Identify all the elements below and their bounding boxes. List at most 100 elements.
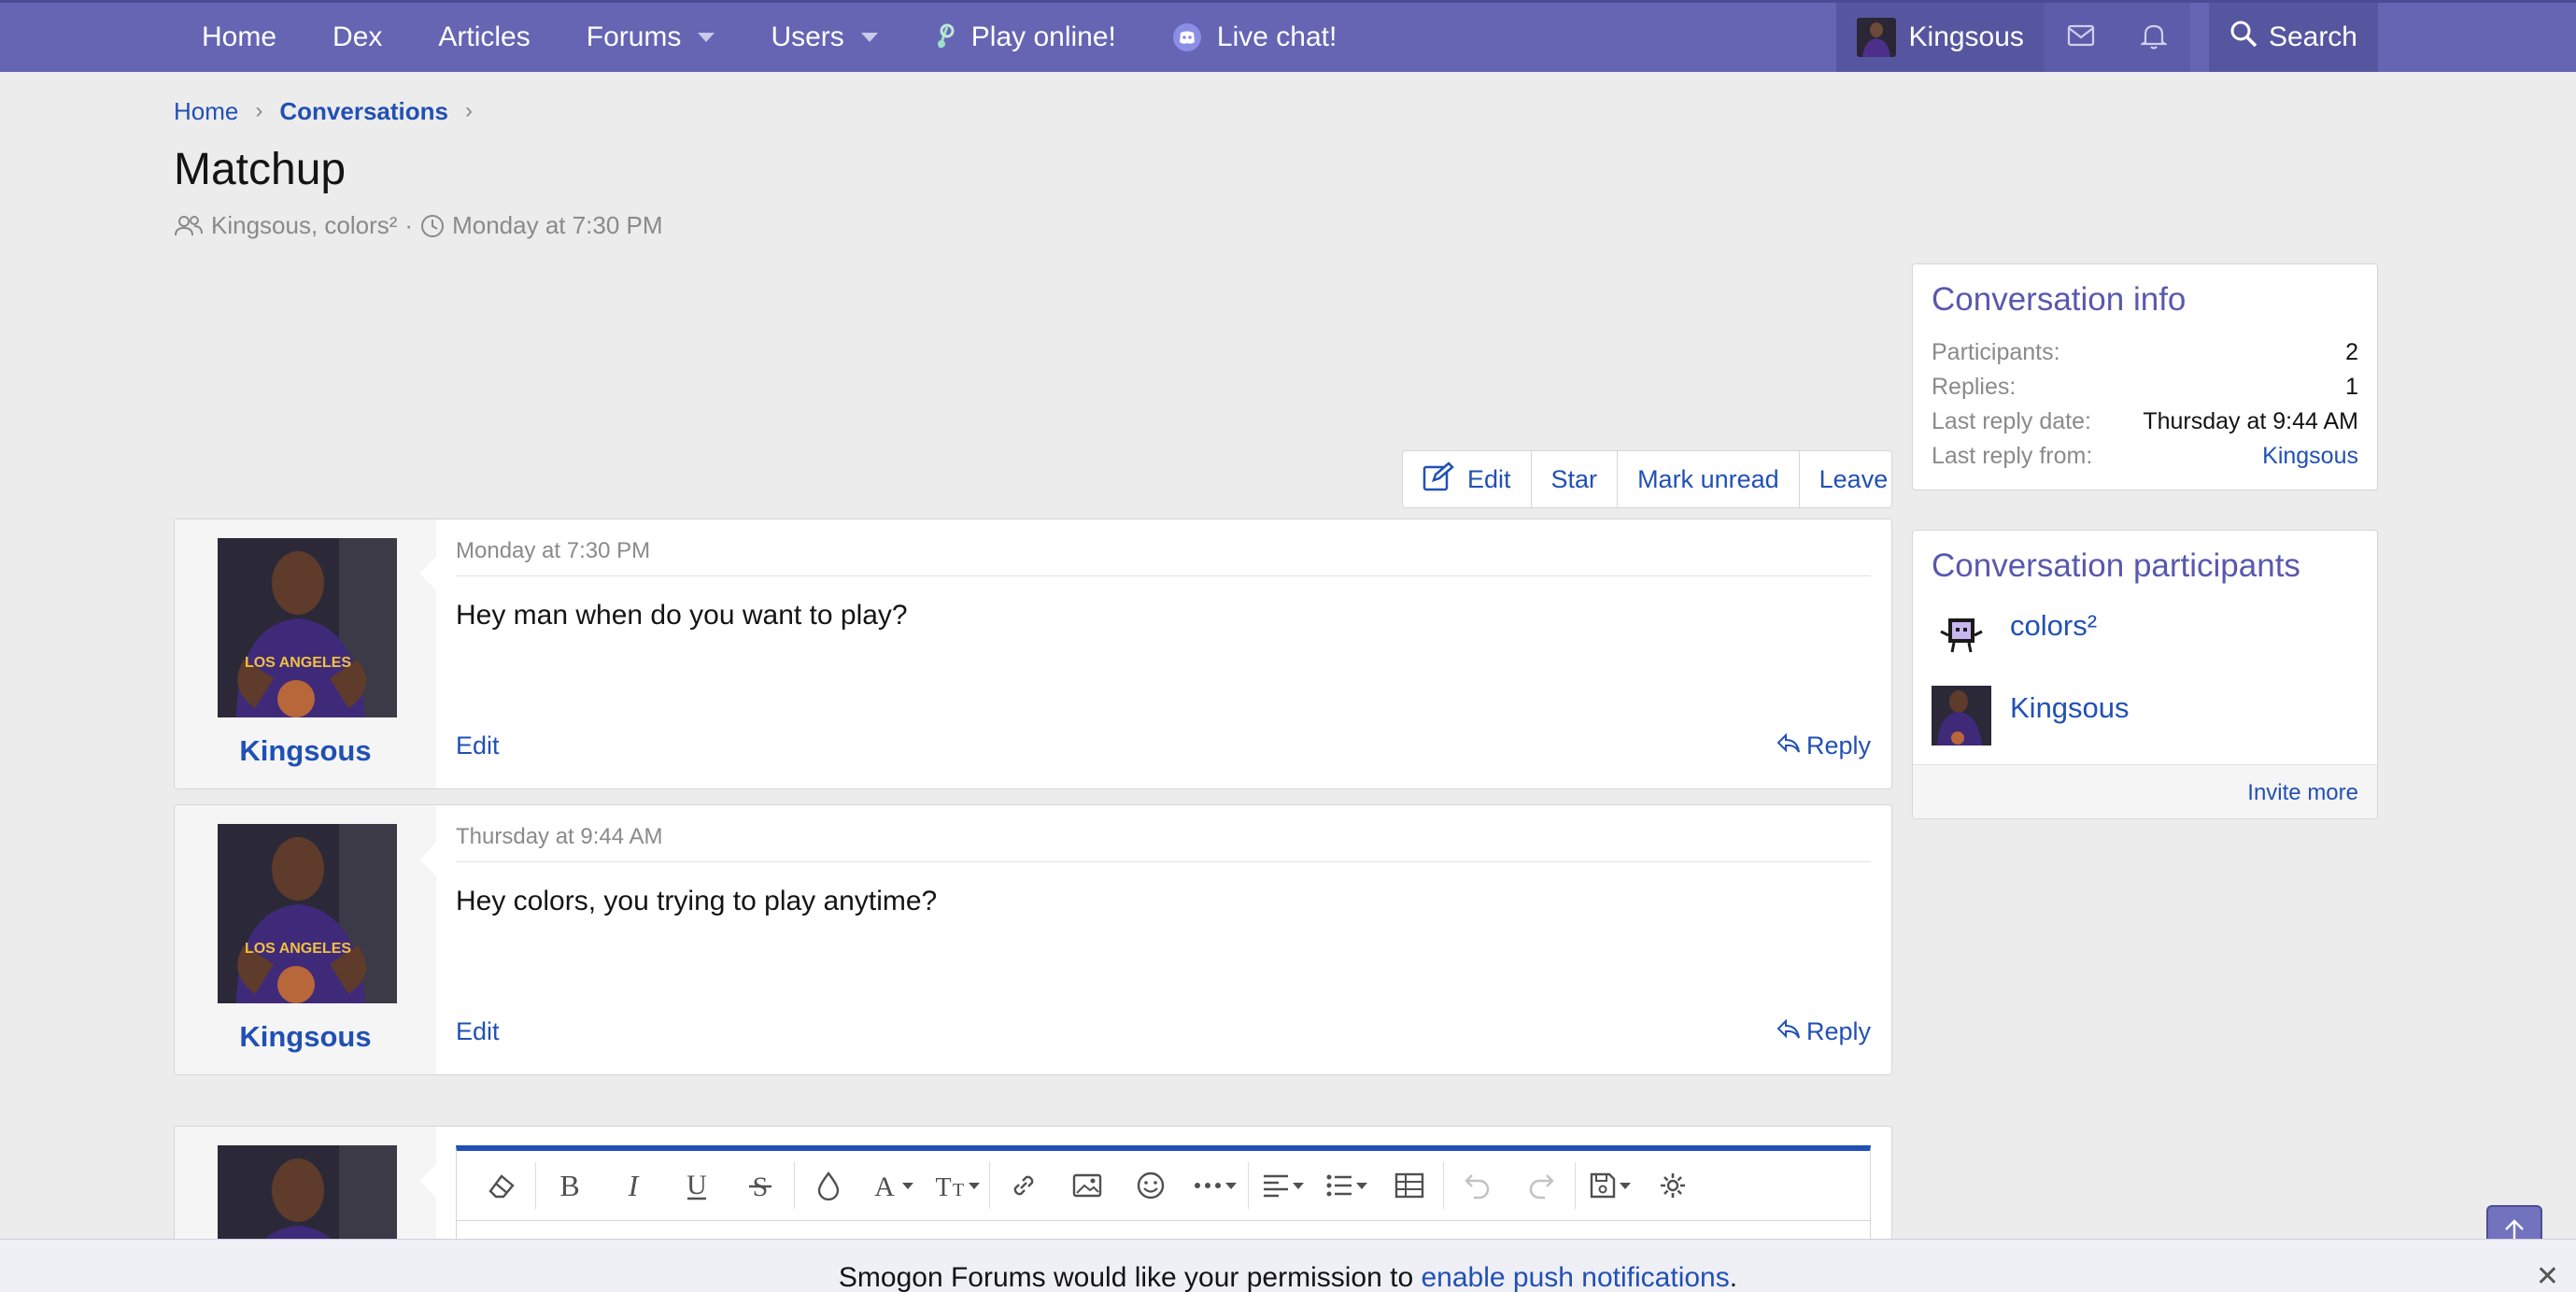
breadcrumb-home[interactable]: Home <box>174 97 238 126</box>
image-icon[interactable] <box>1055 1154 1119 1217</box>
leave-button[interactable]: Leave <box>1798 451 1908 507</box>
nav-dex[interactable]: Dex <box>304 3 410 72</box>
enable-push-link[interactable]: enable push notifications <box>1422 1262 1730 1292</box>
chevron-down-icon[interactable] <box>860 33 878 42</box>
breadcrumb-conversations[interactable]: Conversations <box>279 97 448 126</box>
close-icon[interactable]: ✕ <box>2536 1260 2559 1292</box>
nav-play-label: Play online! <box>970 21 1116 52</box>
more-options-icon[interactable] <box>1182 1154 1246 1217</box>
info-label: Last reply from: <box>1932 443 2093 469</box>
participant-name[interactable]: colors² <box>2010 609 2097 643</box>
reply-button[interactable]: Reply <box>1776 1017 1871 1046</box>
link-icon[interactable] <box>992 1154 1055 1217</box>
eraser-icon[interactable] <box>470 1154 533 1217</box>
search-button[interactable]: Search <box>2208 3 2378 72</box>
edit-message-button[interactable]: Edit <box>456 731 500 760</box>
participant-name[interactable]: Kingsous <box>2010 691 2130 725</box>
message-author[interactable]: Kingsous <box>175 734 436 768</box>
italic-icon[interactable]: I <box>602 1154 665 1217</box>
inbox-button[interactable] <box>2044 3 2117 72</box>
table-icon[interactable] <box>1378 1154 1441 1217</box>
message-user-column: LOS ANGELES Kingsous <box>175 519 436 788</box>
toolbar-divider <box>1248 1162 1249 1209</box>
underline-icon[interactable]: U <box>665 1154 729 1217</box>
reply-icon <box>1776 1017 1806 1046</box>
list-icon[interactable] <box>1314 1154 1378 1217</box>
mark-unread-button[interactable]: Mark unread <box>1617 451 1799 507</box>
svg-text:A: A <box>874 1171 895 1200</box>
editor-toolbar: B I U S A TT <box>456 1145 1871 1220</box>
info-row-participants: Participants: 2 <box>1913 335 2377 370</box>
message-arrow <box>419 1164 436 1198</box>
reply-icon <box>1776 731 1806 760</box>
message-card: LOS ANGELES Kingsous Monday at 7:30 PM H… <box>174 518 1892 789</box>
chevron-down-icon[interactable] <box>698 33 715 42</box>
toolbar-divider <box>1575 1162 1576 1209</box>
edit-icon <box>1422 461 1467 498</box>
svg-text:LOS ANGELES: LOS ANGELES <box>245 941 351 957</box>
message-date[interactable]: Monday at 7:30 PM <box>456 538 1871 576</box>
info-value: Thursday at 9:44 AM <box>2143 408 2358 434</box>
nav-dex-label: Dex <box>333 21 383 52</box>
font-family-icon[interactable]: A <box>860 1154 924 1217</box>
conversation-info-title: Conversation info <box>1932 281 2187 318</box>
nav-articles-label: Articles <box>438 21 531 52</box>
svg-text:T: T <box>935 1173 951 1200</box>
nav-inner: Home Dex Articles Forums Users Play onli… <box>174 3 2378 72</box>
align-icon[interactable] <box>1251 1154 1314 1217</box>
clock-icon <box>420 214 445 238</box>
participants-title: Conversation participants <box>1932 547 2300 584</box>
font-size-icon[interactable]: TT <box>924 1154 987 1217</box>
conversation-meta: Kingsous, colors² · Monday at 7:30 PM <box>174 211 663 240</box>
emoji-icon[interactable] <box>1119 1154 1182 1217</box>
save-draft-icon[interactable] <box>1578 1154 1641 1217</box>
reply-button[interactable]: Reply <box>1776 731 1871 760</box>
info-row-replies: Replies: 1 <box>1913 370 2377 405</box>
redo-icon[interactable] <box>1509 1154 1573 1217</box>
nav-forums[interactable]: Forums <box>559 3 743 72</box>
meta-separator: · <box>404 211 414 239</box>
breadcrumb: Home › Conversations › <box>174 95 489 127</box>
chevron-down-icon <box>901 1182 913 1189</box>
svg-text:I: I <box>628 1171 640 1200</box>
nav-home[interactable]: Home <box>174 3 304 72</box>
text-color-icon[interactable] <box>797 1154 860 1217</box>
conversation-info-block: Conversation info Participants: 2 Replie… <box>1912 263 2378 490</box>
meta-participants: Kingsous, colors² <box>211 211 398 239</box>
participant-item: colors² <box>1913 590 2377 673</box>
star-button[interactable]: Star <box>1530 451 1618 507</box>
nav-account[interactable]: Kingsous <box>1835 3 2045 72</box>
bell-icon <box>2139 21 2169 54</box>
last-reply-user-link[interactable]: Kingsous <box>2262 439 2358 474</box>
avatar[interactable] <box>1932 603 1991 663</box>
page-title: Matchup <box>174 145 347 194</box>
nav-play-online[interactable]: Play online! <box>906 3 1144 72</box>
edit-conversation-button[interactable]: Edit <box>1403 451 1531 507</box>
edit-message-button[interactable]: Edit <box>456 1017 500 1046</box>
toolbar-divider <box>535 1162 536 1209</box>
nav-users[interactable]: Users <box>743 3 905 72</box>
chevron-right-icon: › <box>464 98 473 123</box>
invite-more-button[interactable]: Invite more <box>1913 764 2377 818</box>
top-navigation: Home Dex Articles Forums Users Play onli… <box>0 0 2576 72</box>
search-label: Search <box>2268 21 2357 52</box>
avatar[interactable]: LOS ANGELES <box>218 824 397 1003</box>
nav-articles[interactable]: Articles <box>410 3 558 72</box>
info-label: Replies: <box>1932 374 2017 400</box>
chevron-down-icon <box>1619 1182 1631 1189</box>
nav-forums-label: Forums <box>586 21 682 52</box>
message-date[interactable]: Thursday at 9:44 AM <box>456 824 1871 862</box>
nav-right: Kingsous Search <box>1835 3 2378 72</box>
message-author[interactable]: Kingsous <box>175 1020 436 1054</box>
avatar[interactable] <box>1932 686 1991 745</box>
strikethrough-icon[interactable]: S <box>729 1154 792 1217</box>
gear-icon[interactable] <box>1641 1154 1705 1217</box>
avatar[interactable]: LOS ANGELES <box>218 538 397 717</box>
nav-home-label: Home <box>202 21 277 52</box>
alerts-button[interactable] <box>2116 3 2190 72</box>
participant-item: Kingsous <box>1913 673 2377 755</box>
nav-live-chat[interactable]: Live chat! <box>1144 3 1365 72</box>
undo-icon[interactable] <box>1446 1154 1509 1217</box>
bold-icon[interactable]: B <box>538 1154 602 1217</box>
svg-text:LOS ANGELES: LOS ANGELES <box>245 655 351 671</box>
